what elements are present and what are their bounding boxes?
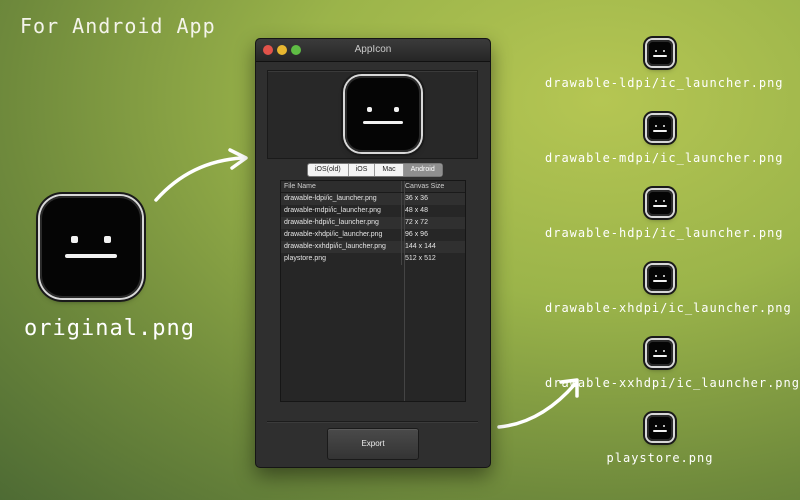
cell-canvas-size: 144 x 144 — [405, 243, 436, 250]
page-heading: For Android App — [20, 14, 216, 38]
small-face-icon — [647, 265, 673, 291]
output-item: drawable-xhdpi/ic_launcher.png — [545, 265, 792, 315]
output-item: drawable-hdpi/ic_launcher.png — [545, 190, 784, 240]
table-row[interactable]: drawable-ldpi/ic_launcher.png 36 x 36 — [281, 193, 465, 205]
right-eye — [394, 107, 399, 112]
column-header-canvas-size[interactable]: Canvas Size — [402, 181, 465, 192]
arrow-in-icon — [154, 148, 248, 202]
table-body: drawable-ldpi/ic_launcher.png 36 x 36 dr… — [281, 193, 465, 265]
window-title: AppIcon — [354, 44, 392, 55]
output-file-label: drawable-xxhdpi/ic_launcher.png — [545, 376, 800, 390]
table-row[interactable]: drawable-hdpi/ic_launcher.png 72 x 72 — [281, 217, 465, 229]
file-table: File Name Canvas Size drawable-ldpi/ic_l… — [280, 180, 466, 402]
cell-file-name: drawable-hdpi/ic_launcher.png — [281, 217, 402, 229]
mouth — [65, 254, 117, 258]
small-face-icon — [647, 415, 673, 441]
export-button[interactable]: Export — [327, 428, 419, 460]
table-header: File Name Canvas Size — [281, 181, 465, 193]
cell-canvas-size: 72 x 72 — [405, 219, 428, 226]
cell-file-name: playstore.png — [281, 253, 402, 265]
column-divider — [404, 181, 405, 401]
output-file-label: drawable-mdpi/ic_launcher.png — [545, 151, 784, 165]
right-eye — [104, 236, 111, 243]
appicon-window: AppIcon iOS(old) iOS Mac Android File Na… — [255, 38, 491, 468]
preview-face-icon — [345, 76, 421, 152]
output-file-label: drawable-xhdpi/ic_launcher.png — [545, 301, 792, 315]
output-file-label: drawable-ldpi/ic_launcher.png — [545, 76, 784, 90]
mouth — [363, 121, 403, 124]
tab-android[interactable]: Android — [403, 164, 442, 176]
small-face-icon — [647, 340, 673, 366]
output-item: drawable-ldpi/ic_launcher.png — [545, 40, 784, 90]
divider — [267, 421, 478, 422]
left-eye — [71, 236, 78, 243]
output-item: playstore.png — [545, 415, 775, 465]
platform-segmented-control: iOS(old) iOS Mac Android — [307, 163, 443, 177]
tab-mac[interactable]: Mac — [375, 164, 404, 176]
cell-file-name: drawable-mdpi/ic_launcher.png — [281, 205, 402, 217]
output-item: drawable-mdpi/ic_launcher.png — [545, 115, 784, 165]
column-header-file-name[interactable]: File Name — [281, 181, 402, 192]
table-row[interactable]: drawable-xhdpi/ic_launcher.png 96 x 96 — [281, 229, 465, 241]
title-bar: AppIcon — [256, 39, 490, 62]
icon-drop-well[interactable] — [267, 70, 478, 159]
table-row[interactable]: playstore.png 512 x 512 — [281, 253, 465, 265]
output-item: drawable-xxhdpi/ic_launcher.png — [545, 340, 800, 390]
left-eye — [367, 107, 372, 112]
cell-canvas-size: 512 x 512 — [405, 255, 436, 262]
cell-canvas-size: 36 x 36 — [405, 195, 428, 202]
small-face-icon — [647, 40, 673, 66]
output-file-label: playstore.png — [606, 451, 714, 465]
cell-file-name: drawable-xhdpi/ic_launcher.png — [281, 229, 402, 241]
cell-file-name: drawable-ldpi/ic_launcher.png — [281, 193, 402, 205]
table-row[interactable]: drawable-mdpi/ic_launcher.png 48 x 48 — [281, 205, 465, 217]
cell-canvas-size: 48 x 48 — [405, 207, 428, 214]
output-file-label: drawable-hdpi/ic_launcher.png — [545, 226, 784, 240]
cell-canvas-size: 96 x 96 — [405, 231, 428, 238]
tab-ios[interactable]: iOS — [349, 164, 376, 176]
tab-ios-old[interactable]: iOS(old) — [308, 164, 349, 176]
cell-file-name: drawable-xxhdpi/ic_launcher.png — [281, 241, 402, 253]
small-face-icon — [647, 115, 673, 141]
original-file-label: original.png — [24, 316, 195, 341]
small-face-icon — [647, 190, 673, 216]
original-face-icon — [40, 196, 142, 298]
table-row[interactable]: drawable-xxhdpi/ic_launcher.png 144 x 14… — [281, 241, 465, 253]
